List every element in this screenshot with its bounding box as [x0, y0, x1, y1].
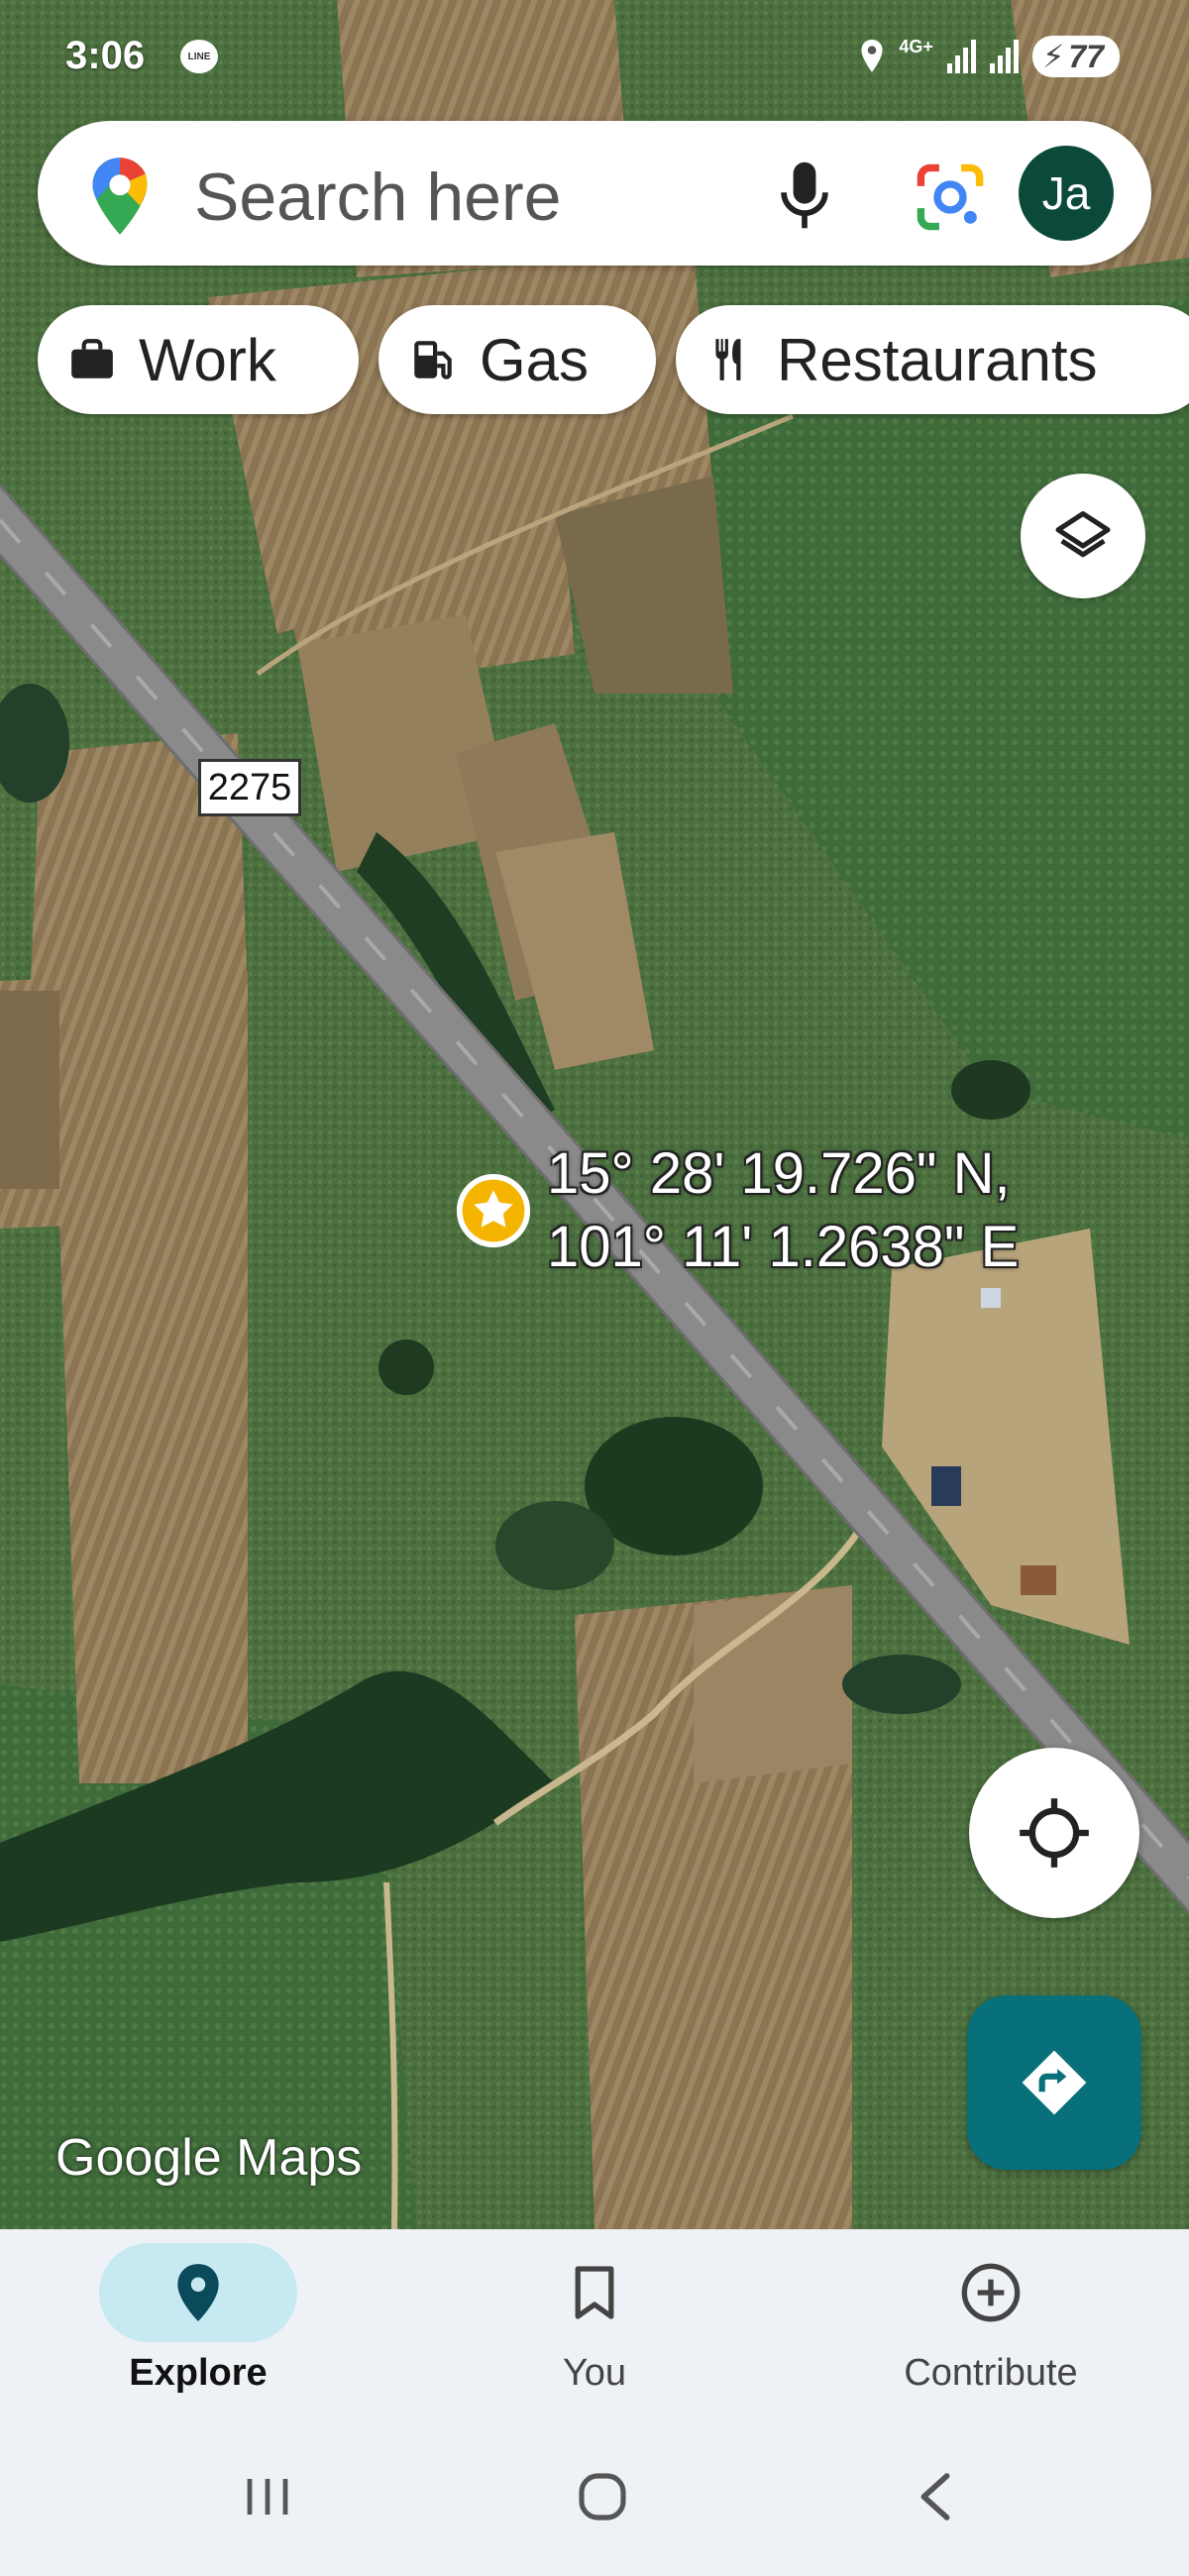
battery-level: 77 [1068, 38, 1104, 74]
battery-bolt-icon: ⚡ [1041, 39, 1065, 74]
pin-longitude: 101° 11' 1.2638" E [547, 1215, 1020, 1279]
pin-latitude: 15° 28' 19.726" N, [547, 1141, 1011, 1206]
back-icon [920, 2473, 950, 2521]
line-app-icon: LINE [180, 40, 218, 73]
tab-explore-indicator [99, 2243, 297, 2342]
tab-you-icon-holder [495, 2243, 694, 2342]
tab-contribute-label: Contribute [904, 2352, 1078, 2394]
briefcase-icon [71, 339, 113, 378]
status-bar: 3:06 LINE 4G+ ⚡ 77 [0, 0, 1189, 109]
road-number-shield: 2275 [198, 759, 301, 816]
signal-strength-icon-2 [989, 40, 1019, 73]
chip-restaurants-label: Restaurants [777, 326, 1098, 393]
google-maps-logo-icon [92, 158, 148, 235]
battery-indicator: ⚡ 77 [1031, 36, 1120, 77]
location-status-icon [861, 40, 883, 72]
tab-explore-label: Explore [129, 2352, 268, 2394]
my-location-button[interactable] [969, 1748, 1139, 1918]
fork-knife-icon [715, 339, 741, 380]
chip-work[interactable]: Work [38, 305, 359, 414]
search-input[interactable]: Search here [194, 159, 561, 236]
bookmark-icon [575, 2266, 614, 2319]
tab-contribute[interactable]: Contribute [842, 2243, 1139, 2412]
back-button[interactable] [876, 2447, 995, 2546]
chip-gas[interactable]: Gas [378, 305, 656, 414]
google-maps-watermark: Google Maps [55, 2129, 363, 2187]
layers-icon [1055, 511, 1111, 558]
recents-icon [247, 2479, 288, 2515]
directions-icon [1022, 2050, 1087, 2115]
home-button[interactable] [543, 2447, 662, 2546]
bottom-navigation: Explore You Contribute [0, 2229, 1189, 2576]
starred-place-pin-icon[interactable] [456, 1173, 531, 1248]
status-indicators: 4G+ ⚡ 77 [859, 36, 1120, 77]
pin-coordinates-label[interactable]: 15° 28' 19.726" N, 101° 11' 1.2638" E [547, 1137, 1019, 1284]
tab-contribute-icon-holder [892, 2243, 1090, 2342]
layers-button[interactable] [1021, 474, 1145, 598]
home-icon [579, 2473, 626, 2521]
system-navigation-bar [0, 2447, 1189, 2546]
location-pin-icon [177, 2264, 219, 2321]
account-avatar[interactable]: Ja [1019, 146, 1114, 241]
chip-work-label: Work [139, 326, 276, 393]
directions-button[interactable] [967, 1995, 1141, 2170]
google-lens-icon[interactable] [914, 161, 987, 234]
status-time: 3:06 [65, 34, 146, 77]
microphone-icon[interactable] [775, 159, 834, 234]
tab-explore[interactable]: Explore [50, 2243, 347, 2412]
tab-you[interactable]: You [446, 2243, 743, 2412]
chip-restaurants[interactable]: Restaurants [676, 305, 1189, 414]
network-type: 4G+ [899, 36, 933, 56]
signal-strength-icon [946, 40, 976, 73]
recents-button[interactable] [208, 2447, 327, 2546]
search-bar[interactable]: Search here Ja [38, 121, 1151, 266]
gas-station-icon [414, 341, 452, 379]
add-circle-icon [961, 2263, 1021, 2322]
tab-you-label: You [562, 2352, 627, 2394]
chip-gas-label: Gas [480, 326, 590, 393]
crosshair-location-icon [1020, 1798, 1089, 1868]
